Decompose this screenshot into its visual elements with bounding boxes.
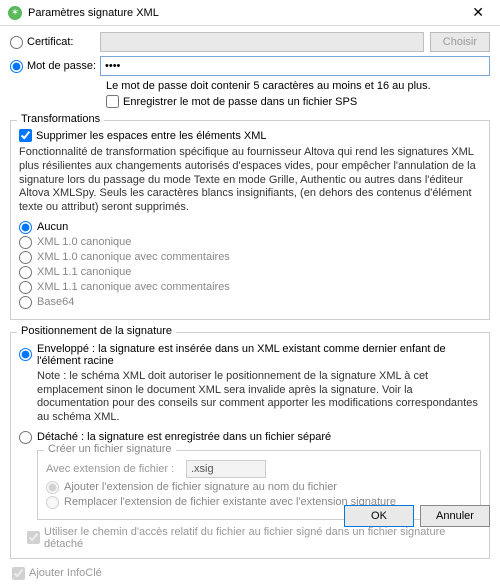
transform-none-radio[interactable]: Aucun <box>19 221 481 234</box>
enveloped-label: Enveloppé : la signature est insérée dan… <box>37 343 481 367</box>
transform-c14n10c-label: XML 1.0 canonique avec commentaires <box>37 251 230 263</box>
transform-c14n11-radio[interactable]: XML 1.1 canonique <box>19 266 481 279</box>
close-icon[interactable]: ✕ <box>464 4 492 21</box>
save-sps-label: Enregistrer le mot de passe dans un fich… <box>123 96 357 108</box>
transform-c14n10-label: XML 1.0 canonique <box>37 236 131 248</box>
auth-pass-label: Mot de passe: <box>27 60 96 72</box>
transform-none-label: Aucun <box>37 221 68 233</box>
app-icon: ✶ <box>8 6 22 20</box>
window-title: Paramètres signature XML <box>28 7 464 19</box>
transform-c14n11c-radio[interactable]: XML 1.1 canonique avec commentaires <box>19 281 481 294</box>
keyinfo-checkbox: Ajouter InfoClé <box>12 567 490 580</box>
enveloped-radio[interactable]: Enveloppé : la signature est insérée dan… <box>19 343 481 367</box>
transform-c14n11c-label: XML 1.1 canonique avec commentaires <box>37 281 230 293</box>
auth-cert-label: Certificat: <box>27 36 73 48</box>
transform-c14n11-label: XML 1.1 canonique <box>37 266 131 278</box>
choose-button[interactable]: Choisir <box>430 32 490 52</box>
sigfile-legend: Créer un fichier signature <box>44 443 176 455</box>
auth-pass-radio[interactable]: Mot de passe: <box>10 60 100 73</box>
ok-button[interactable]: OK <box>344 505 414 527</box>
placement-legend: Positionnement de la signature <box>17 325 176 337</box>
transform-c14n10c-radio[interactable]: XML 1.0 canonique avec commentaires <box>19 251 481 264</box>
password-field[interactable] <box>100 56 490 76</box>
sigfile-ext-label: Avec extension de fichier : <box>46 463 186 475</box>
transform-base64-label: Base64 <box>37 296 74 308</box>
titlebar: ✶ Paramètres signature XML ✕ <box>0 0 500 26</box>
strip-whitespace-label: Supprimer les espaces entre les éléments… <box>36 130 267 142</box>
transforms-description: Fonctionnalité de transformation spécifi… <box>19 146 481 215</box>
enveloped-note: Note : le schéma XML doit autoriser le p… <box>37 370 481 425</box>
save-sps-checkbox[interactable]: Enregistrer le mot de passe dans un fich… <box>106 95 490 108</box>
keyinfo-label: Ajouter InfoClé <box>29 567 102 579</box>
detached-label: Détaché : la signature est enregistrée d… <box>37 431 331 443</box>
auth-cert-radio[interactable]: Certificat: <box>10 36 100 49</box>
transforms-legend: Transformations <box>17 113 104 125</box>
transforms-group: Transformations Supprimer les espaces en… <box>10 120 490 320</box>
relpath-label: Utiliser le chemin d'accès relatif du fi… <box>44 526 481 550</box>
relpath-checkbox: Utiliser le chemin d'accès relatif du fi… <box>27 526 481 550</box>
dialog-footer: OK Annuler <box>344 505 490 527</box>
transform-base64-radio[interactable]: Base64 <box>19 296 481 309</box>
cert-field <box>100 32 424 52</box>
cancel-button[interactable]: Annuler <box>420 505 490 527</box>
sigfile-append-label: Ajouter l'extension de fichier signature… <box>64 481 337 493</box>
transform-c14n10-radio[interactable]: XML 1.0 canonique <box>19 236 481 249</box>
password-note: Le mot de passe doit contenir 5 caractèr… <box>106 80 490 92</box>
strip-whitespace-checkbox[interactable]: Supprimer les espaces entre les éléments… <box>19 129 481 142</box>
sigfile-ext-field <box>186 460 266 478</box>
sigfile-append-radio: Ajouter l'extension de fichier signature… <box>46 481 472 494</box>
